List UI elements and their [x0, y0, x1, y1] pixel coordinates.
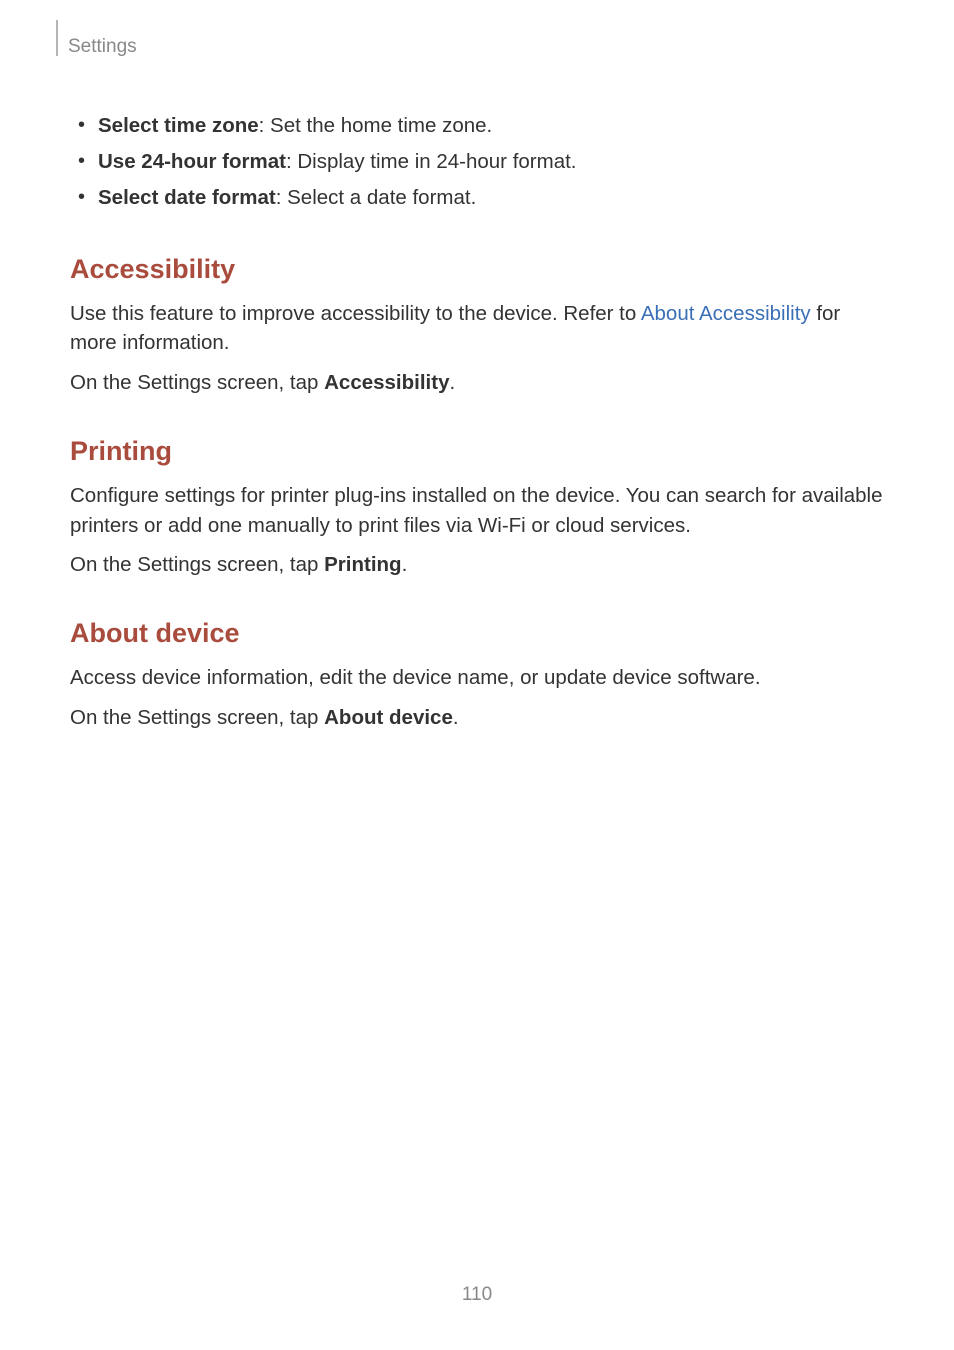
body-text: On the Settings screen, tap About device…: [70, 703, 884, 733]
body-text: Access device information, edit the devi…: [70, 663, 884, 693]
body-text: Use this feature to improve accessibilit…: [70, 299, 884, 358]
body-text: On the Settings screen, tap Accessibilit…: [70, 368, 884, 398]
section-accessibility: Accessibility Use this feature to improv…: [70, 254, 884, 398]
list-item: Select time zone: Set the home time zone…: [96, 108, 884, 144]
tap-bold: About device: [324, 706, 453, 729]
bullet-bold: Select date format: [98, 186, 276, 209]
tap-bold: Accessibility: [324, 371, 449, 394]
section-heading: Printing: [70, 436, 884, 467]
body-text: On the Settings screen, tap Printing.: [70, 550, 884, 580]
body-text: Configure settings for printer plug-ins …: [70, 481, 884, 540]
bullet-desc: : Set the home time zone.: [259, 114, 493, 137]
bullet-bold: Select time zone: [98, 114, 259, 137]
section-about-device: About device Access device information, …: [70, 618, 884, 732]
bullet-desc: : Select a date format.: [276, 186, 477, 209]
tap-prefix: On the Settings screen, tap: [70, 371, 324, 394]
page-content: Select time zone: Set the home time zone…: [70, 108, 884, 770]
section-heading: Accessibility: [70, 254, 884, 285]
tap-suffix: .: [453, 706, 459, 729]
tap-prefix: On the Settings screen, tap: [70, 553, 324, 576]
bullet-bold: Use 24-hour format: [98, 150, 286, 173]
bullet-list: Select time zone: Set the home time zone…: [96, 108, 884, 216]
list-item: Select date format: Select a date format…: [96, 180, 884, 216]
tap-prefix: On the Settings screen, tap: [70, 706, 324, 729]
header-rule: [56, 20, 58, 56]
tap-suffix: .: [449, 371, 455, 394]
text-prefix: Use this feature to improve accessibilit…: [70, 302, 641, 325]
about-accessibility-link[interactable]: About Accessibility: [641, 302, 811, 325]
tap-bold: Printing: [324, 553, 401, 576]
section-heading: About device: [70, 618, 884, 649]
bullet-desc: : Display time in 24-hour format.: [286, 150, 577, 173]
breadcrumb: Settings: [68, 36, 137, 58]
section-printing: Printing Configure settings for printer …: [70, 436, 884, 580]
list-item: Use 24-hour format: Display time in 24-h…: [96, 144, 884, 180]
tap-suffix: .: [402, 553, 408, 576]
page-number: 110: [0, 1284, 954, 1306]
